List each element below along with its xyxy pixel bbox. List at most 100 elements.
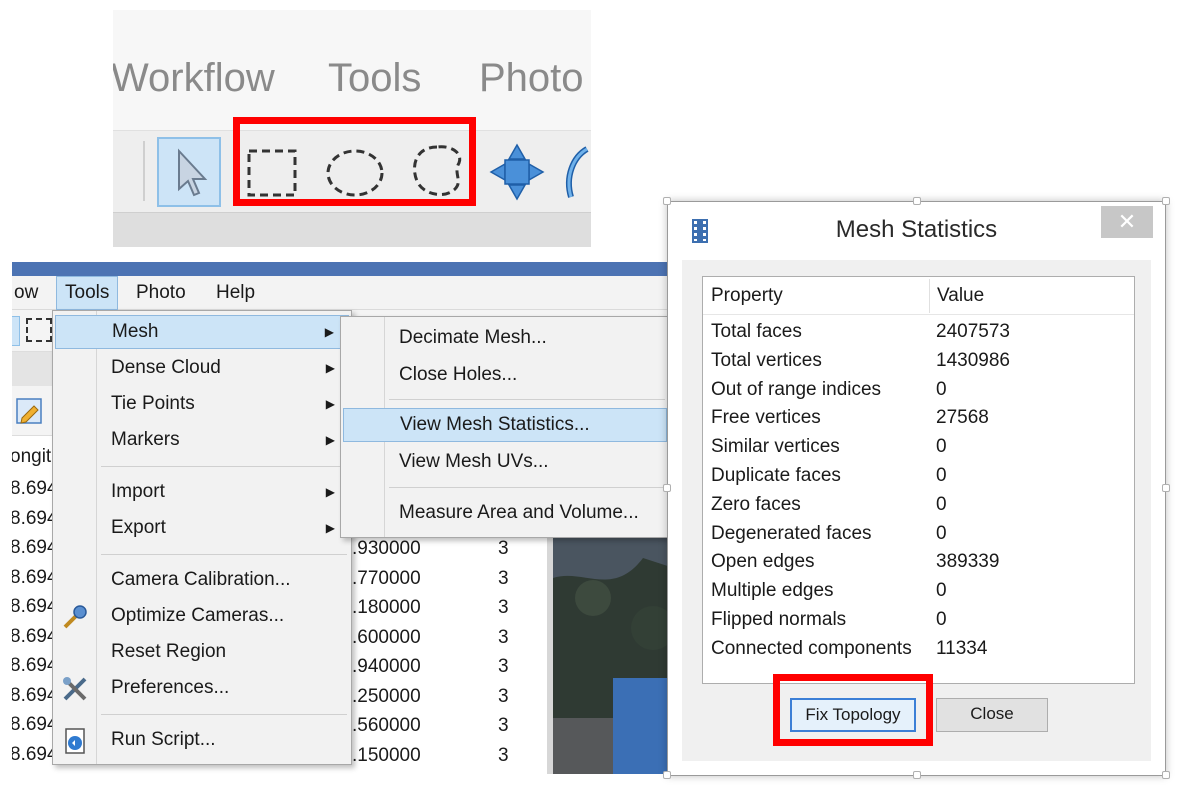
table-cell-count: 3 <box>498 685 509 707</box>
menu-tools[interactable]: Tools <box>56 276 119 310</box>
row-property: Flipped normals <box>711 609 847 630</box>
table-cell-value: .940000 <box>352 656 421 677</box>
row-value: 389339 <box>936 551 1000 573</box>
menu-item-decimate-mesh[interactable]: Decimate Mesh... <box>343 321 667 355</box>
table-cell-longitude: 8.694 <box>12 655 58 676</box>
pointer-icon[interactable] <box>157 137 221 207</box>
table-row[interactable]: Flipped normals 0 <box>703 605 1134 634</box>
close-icon[interactable]: ✕ <box>1101 206 1153 238</box>
table-cell-count: 3 <box>498 567 509 589</box>
row-property: Out of range indices <box>711 378 882 400</box>
menu-item-label: Optimize Cameras... <box>111 605 285 626</box>
submenu-arrow-icon: ▶ <box>325 521 335 535</box>
dialog-titlebar: Mesh Statistics ✕ <box>668 202 1165 260</box>
menu-workflow-partial[interactable]: ow <box>12 276 46 310</box>
rotate-icon[interactable] <box>561 137 591 207</box>
top-menubar: Workflow Tools Photo <box>113 10 591 130</box>
resize-handle[interactable] <box>1162 771 1170 779</box>
table-cell-count: 3 <box>498 656 509 677</box>
row-value: 0 <box>936 522 947 544</box>
row-value: 11334 <box>936 637 988 659</box>
table-row[interactable]: Out of range indices 0 <box>703 375 1134 404</box>
menu-item-label: Run Script... <box>111 729 216 750</box>
table-row[interactable]: Degenerated faces 0 <box>703 519 1134 548</box>
menu-item-optimize-cameras[interactable]: Optimize Cameras... <box>55 599 349 633</box>
menu-item-view-mesh-uvs[interactable]: View Mesh UVs... <box>343 445 667 479</box>
resize-handle[interactable] <box>913 771 921 779</box>
menu-photo[interactable]: Photo <box>128 276 194 310</box>
row-value: 0 <box>936 436 947 458</box>
row-value: 0 <box>936 609 947 630</box>
menu-help[interactable]: Help <box>208 276 263 310</box>
close-button[interactable]: Close <box>936 698 1048 732</box>
wrench-icon <box>61 603 89 631</box>
menu-item-markers[interactable]: Markers ▶ <box>55 423 349 457</box>
table-row[interactable]: Open edges 389339 <box>703 547 1134 576</box>
menu-item-export[interactable]: Export ▶ <box>55 511 349 545</box>
table-row[interactable]: Similar vertices 0 <box>703 432 1134 461</box>
toolbar-bottom-band <box>113 212 591 247</box>
table-cell-longitude: 8.694 <box>12 684 58 706</box>
menu-item-preferences[interactable]: Preferences... <box>55 671 349 705</box>
menu-item-mesh[interactable]: Mesh ▶ <box>55 315 349 349</box>
resize-handle[interactable] <box>913 197 921 205</box>
menu-item-label: Camera Calibration... <box>111 569 291 590</box>
menu-item-label: Export <box>111 517 166 538</box>
mesh-submenu: Decimate Mesh... Close Holes... View Mes… <box>340 316 668 538</box>
pointer-icon[interactable] <box>12 316 20 346</box>
menu-item-reset-region[interactable]: Reset Region <box>55 635 349 669</box>
table-cell-longitude: 8.694 <box>12 566 58 588</box>
table-cell-count: 3 <box>498 538 509 559</box>
resize-handle[interactable] <box>663 771 671 779</box>
edit-icon[interactable] <box>14 396 44 426</box>
resize-handle[interactable] <box>663 484 671 492</box>
table-cell-longitude: 8.694 <box>12 596 58 617</box>
menu-item-label: Tie Points <box>111 393 195 414</box>
table-cell-value: .770000 <box>352 567 421 589</box>
model-viewport[interactable] <box>547 538 668 774</box>
table-cell-longitude: 8.694 <box>12 714 58 735</box>
row-value: 0 <box>936 465 947 486</box>
table-row[interactable]: Total faces 2407573 <box>703 317 1134 346</box>
table-cell-value: .600000 <box>352 626 421 648</box>
submenu-arrow-icon: ▶ <box>324 325 334 339</box>
rectangle-selection-icon[interactable] <box>26 318 52 342</box>
menu-item-camera-calibration[interactable]: Camera Calibration... <box>55 563 349 597</box>
table-cell-value: .180000 <box>352 597 421 618</box>
table-row[interactable]: Multiple edges 0 <box>703 576 1134 605</box>
resize-handle[interactable] <box>663 197 671 205</box>
menu-item-label: Preferences... <box>111 677 230 698</box>
table-row[interactable]: Free vertices 27568 <box>703 403 1134 432</box>
menu-item-measure-area-volume[interactable]: Measure Area and Volume... <box>343 496 667 530</box>
menu-workflow[interactable]: Workflow <box>113 56 275 101</box>
row-property: Multiple edges <box>711 580 834 602</box>
table-cell-count: 3 <box>498 715 509 736</box>
menu-item-close-holes[interactable]: Close Holes... <box>343 358 667 392</box>
row-property: Open edges <box>711 551 815 573</box>
table-cell-longitude: 8.694 <box>12 743 58 765</box>
menu-separator <box>101 714 347 716</box>
navigation-icon[interactable] <box>485 137 549 207</box>
menu-item-dense-cloud[interactable]: Dense Cloud ▶ <box>55 351 349 385</box>
row-value: 2407573 <box>936 321 1010 342</box>
statistics-table: Property Value Total faces 2407573 Total v… <box>702 276 1135 684</box>
row-property: Connected components <box>711 637 912 659</box>
menu-photo[interactable]: Photo <box>479 56 584 101</box>
row-property: Similar vertices <box>711 436 840 458</box>
menu-tools[interactable]: Tools <box>328 56 421 101</box>
menu-item-import[interactable]: Import ▶ <box>55 475 349 509</box>
menu-item-view-mesh-statistics[interactable]: View Mesh Statistics... <box>343 408 667 442</box>
table-row[interactable]: Duplicate faces 0 <box>703 461 1134 490</box>
table-row[interactable]: Zero faces 0 <box>703 490 1134 519</box>
menu-item-run-script[interactable]: Run Script... <box>55 723 349 757</box>
resize-handle[interactable] <box>1162 197 1170 205</box>
menu-item-tie-points[interactable]: Tie Points ▶ <box>55 387 349 421</box>
table-cell-longitude: 8.694 <box>12 625 58 647</box>
column-header-value[interactable]: Value <box>929 277 984 315</box>
column-header-property[interactable]: Property <box>703 277 783 315</box>
table-row[interactable]: Connected components 11334 <box>703 634 1134 663</box>
resize-handle[interactable] <box>1162 484 1170 492</box>
fix-topology-highlight-box <box>773 674 933 746</box>
table-row[interactable]: Total vertices 1430986 <box>703 346 1134 375</box>
table-cell-longitude: 8.694 <box>12 537 58 558</box>
